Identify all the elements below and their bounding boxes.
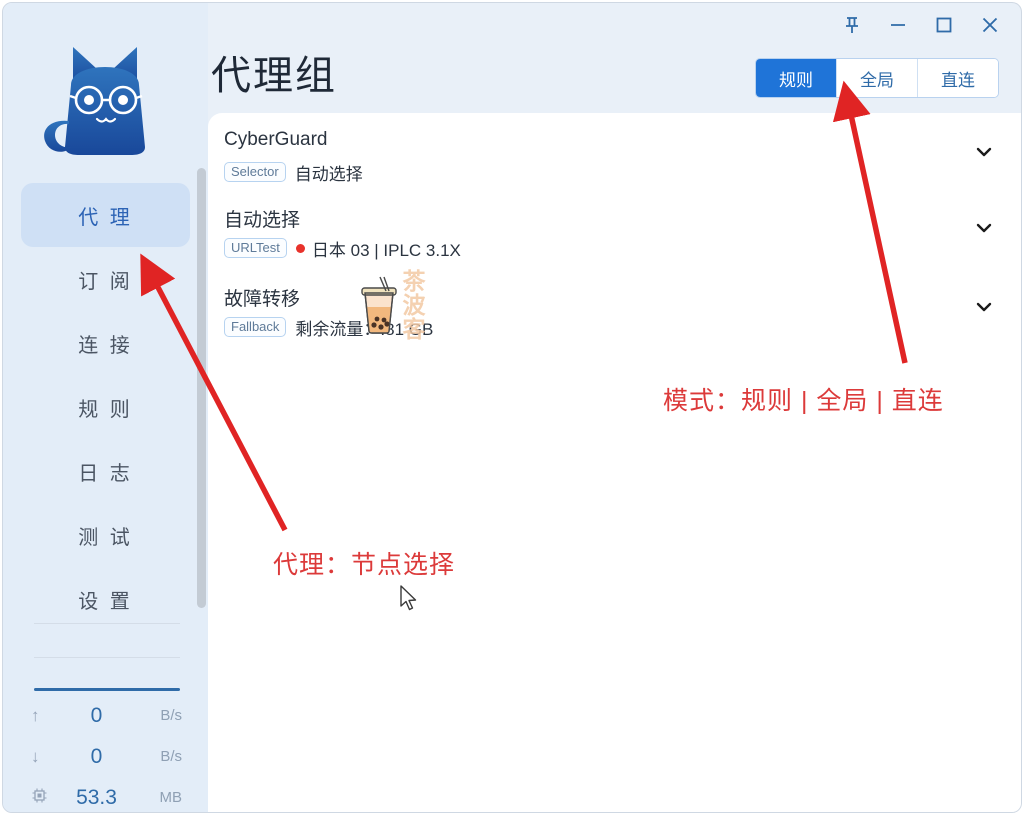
sidebar-item-label: 订 阅 [78, 270, 133, 293]
stat-row-memory: 53.3 MB [3, 777, 208, 812]
group-type-badge: Fallback [224, 317, 287, 337]
sidebar-item-test[interactable]: 测 试 [21, 503, 190, 567]
cat-logo-icon [35, 29, 175, 174]
sidebar-item-label: 设 置 [78, 590, 133, 613]
status-dot-icon [295, 243, 305, 253]
proxy-group-card[interactable]: 故障转移 Fallback 剩余流量：.81 GB [224, 284, 1007, 354]
sidebar-item-subscription[interactable]: 订 阅 [21, 247, 190, 311]
group-name: CyberGuard [224, 129, 328, 150]
group-name: 故障转移 [224, 289, 301, 310]
group-meta: Selector 自动选择 [224, 161, 363, 184]
chevron-down-icon[interactable] [973, 141, 995, 168]
close-icon[interactable] [967, 7, 1013, 43]
sidebar-item-logs[interactable]: 日 志 [21, 439, 190, 503]
group-name: 自动选择 [224, 210, 301, 231]
annotation-proxy: 代理：节点选择 [273, 551, 456, 579]
annotation-mode: 模式：规则 | 全局 | 直连 [663, 387, 944, 415]
group-selected-node: 日本 03 | IPLC 3.1X [295, 236, 461, 261]
proxy-group-card[interactable]: CyberGuard Selector 自动选择 [224, 129, 1007, 199]
upload-speed-unit: B/s [160, 707, 182, 724]
window-controls [829, 3, 1013, 47]
chart-gridline [34, 623, 180, 624]
group-meta: URLTest 日本 03 | IPLC 3.1X [224, 236, 461, 261]
app-root: 代 理 订 阅 连 接 规 则 日 志 测 试 设 置 ↑ 0 B/s ↓ 0 … [0, 0, 1024, 815]
scrollbar-thumb[interactable] [197, 168, 206, 608]
mode-button-global[interactable]: 全局 [837, 59, 918, 97]
upload-speed-value: 0 [90, 703, 103, 727]
chart-baseline [34, 688, 180, 691]
page-title: 代理组 [211, 54, 337, 98]
sidebar-item-rules[interactable]: 规 则 [21, 375, 190, 439]
chevron-down-icon[interactable] [973, 217, 995, 244]
content-scrollbar[interactable] [197, 168, 206, 608]
mode-switch: 规则 全局 直连 [755, 58, 999, 98]
sidebar-item-connections[interactable]: 连 接 [21, 311, 190, 375]
proxy-group-list: CyberGuard Selector 自动选择 自动选择 URLTest 日本… [208, 113, 1021, 812]
mode-button-direct[interactable]: 直连 [918, 59, 998, 97]
chevron-down-icon[interactable] [973, 296, 995, 323]
mouse-cursor-icon [399, 585, 419, 612]
stat-row-download: ↓ 0 B/s [3, 736, 208, 777]
mode-button-rule[interactable]: 规则 [756, 59, 837, 97]
sidebar-item-label: 代 理 [78, 206, 133, 229]
node-label: 日本 03 | IPLC 3.1X [311, 240, 461, 260]
memory-chip-icon [31, 787, 55, 809]
memory-value: 53.3 [76, 785, 117, 809]
group-type-badge: Selector [224, 162, 286, 182]
stats-panel: ↑ 0 B/s ↓ 0 B/s 53.3 MB [3, 695, 208, 812]
download-arrow-icon: ↓ [31, 746, 40, 766]
download-speed-unit: B/s [160, 748, 182, 765]
sidebar-item-label: 日 志 [78, 462, 133, 485]
stat-row-upload: ↑ 0 B/s [3, 695, 208, 736]
sidebar-nav: 代 理 订 阅 连 接 规 则 日 志 测 试 设 置 [3, 183, 208, 631]
sidebar-item-label: 测 试 [78, 526, 133, 549]
upload-arrow-icon: ↑ [31, 705, 40, 725]
memory-unit: MB [159, 789, 183, 806]
sidebar: 代 理 订 阅 连 接 规 则 日 志 测 试 设 置 ↑ 0 B/s ↓ 0 … [3, 3, 208, 812]
pin-icon[interactable] [829, 7, 875, 43]
proxy-group-card[interactable]: 自动选择 URLTest 日本 03 | IPLC 3.1X [224, 205, 1007, 275]
download-speed-value: 0 [90, 744, 103, 768]
titlebar [3, 3, 1021, 47]
sidebar-item-proxy[interactable]: 代 理 [21, 183, 190, 247]
sidebar-item-label: 连 接 [78, 334, 133, 357]
sidebar-item-label: 规 则 [78, 398, 133, 421]
traffic-mini-chart [34, 623, 180, 691]
minimize-icon[interactable] [875, 7, 921, 43]
chart-gridline [34, 657, 180, 658]
group-type-badge: URLTest [224, 238, 287, 258]
group-selected-node: 自动选择 [294, 164, 363, 184]
maximize-icon[interactable] [921, 7, 967, 43]
watermark-text: 茶波客 [402, 268, 426, 342]
sidebar-item-settings[interactable]: 设 置 [21, 567, 190, 631]
